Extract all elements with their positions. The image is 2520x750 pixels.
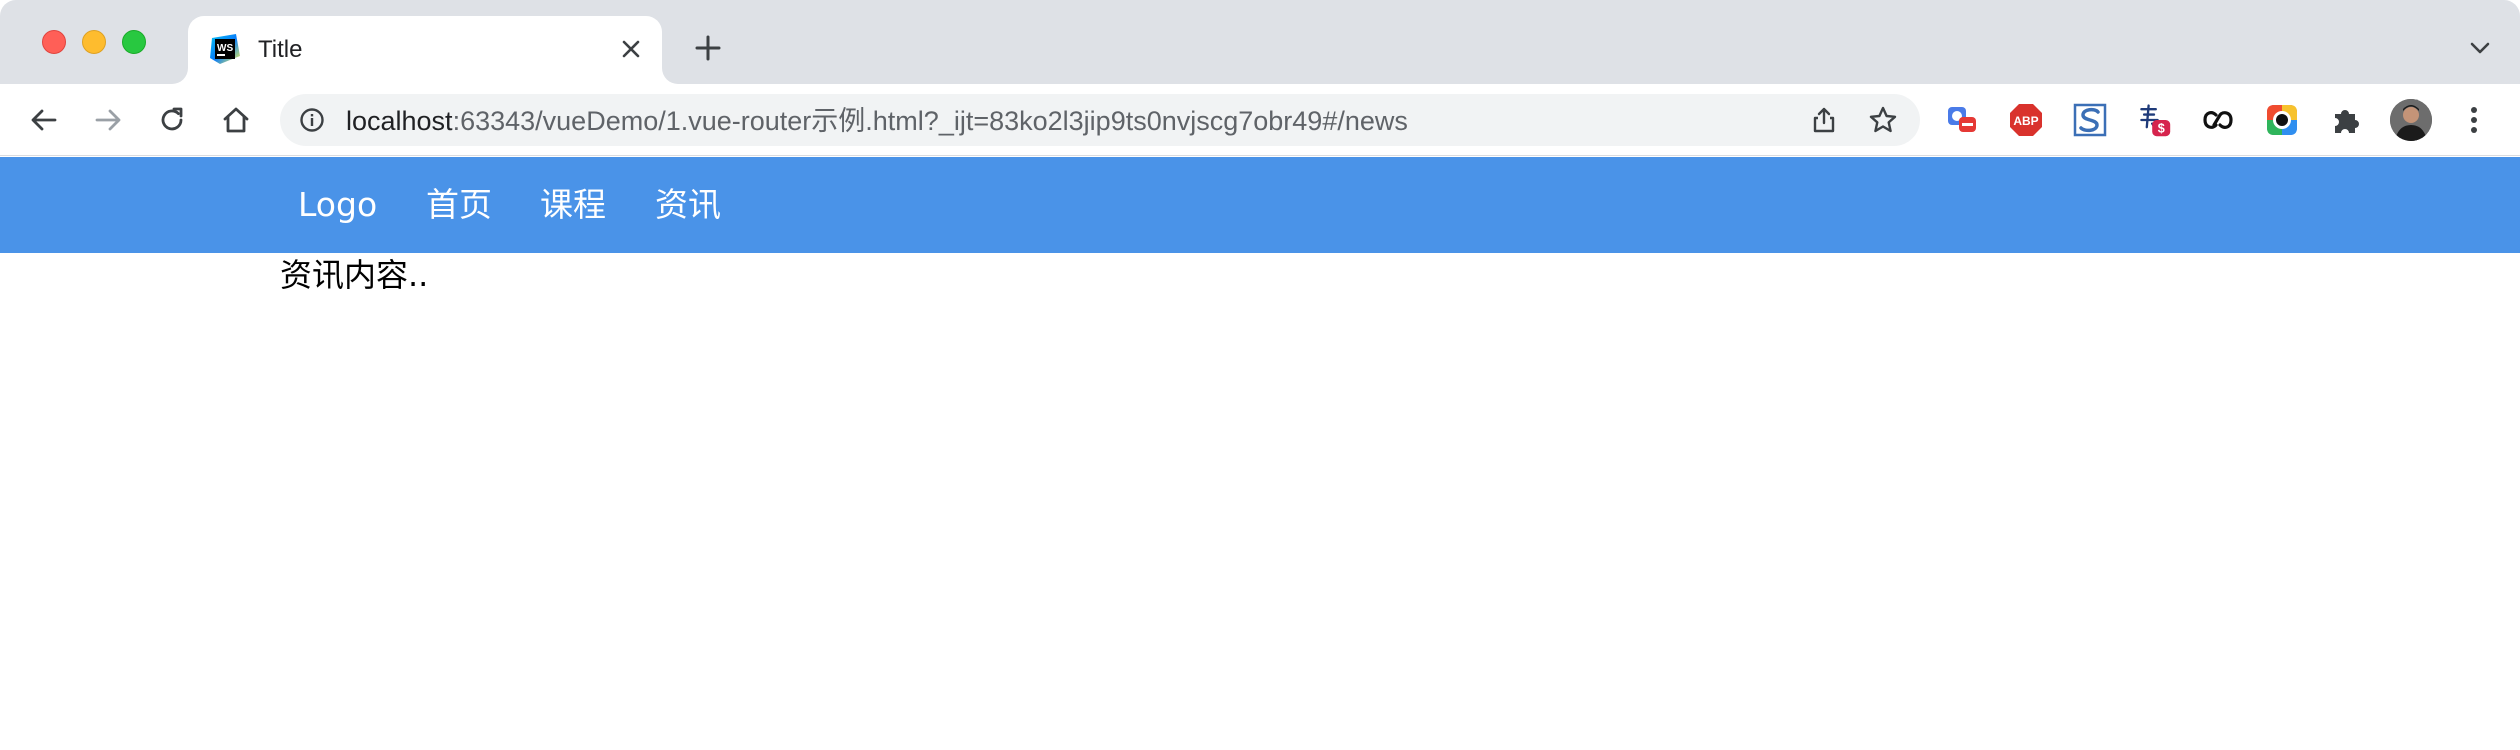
zoom-window-button[interactable] bbox=[122, 30, 146, 54]
translate-extension-icon bbox=[1948, 107, 1976, 132]
svg-text:WS: WS bbox=[217, 43, 233, 54]
s-extension-button[interactable] bbox=[2072, 102, 2108, 138]
translate-extension-button[interactable] bbox=[1944, 102, 1980, 138]
s-extension-icon bbox=[2073, 103, 2107, 137]
address-bar[interactable]: localhost:63343/vueDemo/1.vue-router示例.h… bbox=[280, 94, 1920, 146]
reload-icon bbox=[161, 107, 183, 131]
url-host: localhost bbox=[346, 106, 453, 136]
nav-logo-link[interactable]: Logo bbox=[298, 185, 377, 225]
browser-menu-button[interactable] bbox=[2462, 102, 2486, 138]
page-viewport: Logo 首页 课程 资讯 资讯内容.. bbox=[0, 157, 2520, 750]
nav-courses-link[interactable]: 课程 bbox=[540, 185, 606, 225]
news-content-text: 资讯内容.. bbox=[280, 256, 429, 294]
link-extension-button[interactable] bbox=[2200, 102, 2236, 138]
money-badge: $ bbox=[2158, 122, 2165, 136]
forward-arrow-icon bbox=[95, 109, 121, 131]
nav-home-link[interactable]: 首页 bbox=[426, 185, 492, 225]
toolbar: localhost:63343/vueDemo/1.vue-router示例.h… bbox=[0, 84, 2520, 156]
browser-window: WS Title localhost:63343/vueDemo/1.vue-r… bbox=[0, 0, 2520, 750]
profile-photo-icon bbox=[2390, 99, 2432, 141]
home-icon bbox=[223, 107, 249, 133]
adblock-plus-icon: ABP bbox=[2010, 104, 2042, 136]
site-info-button[interactable] bbox=[298, 106, 326, 134]
share-icon bbox=[1813, 107, 1835, 133]
tab-search-button[interactable] bbox=[2466, 34, 2494, 62]
home-button[interactable] bbox=[216, 100, 256, 140]
minimize-window-button[interactable] bbox=[82, 30, 106, 54]
profile-avatar[interactable] bbox=[2390, 99, 2432, 141]
forward-button[interactable] bbox=[88, 100, 128, 140]
webstorm-icon: WS bbox=[210, 34, 240, 64]
more-vert-icon bbox=[2471, 107, 2477, 133]
chevron-down-icon bbox=[2470, 42, 2490, 54]
close-tab-button[interactable] bbox=[614, 32, 648, 66]
tab-title[interactable]: WS Title bbox=[188, 16, 662, 84]
extensions-button[interactable] bbox=[2328, 102, 2364, 138]
tab-strip: WS Title bbox=[0, 0, 2520, 84]
info-icon bbox=[300, 108, 324, 132]
close-icon bbox=[622, 40, 640, 58]
site-nav-bar: Logo 首页 课程 资讯 bbox=[0, 157, 2520, 253]
new-tab-button[interactable] bbox=[690, 30, 726, 66]
color-extension-button[interactable] bbox=[2264, 102, 2300, 138]
close-window-button[interactable] bbox=[42, 30, 66, 54]
link-extension-icon bbox=[2203, 111, 2233, 129]
back-button[interactable] bbox=[24, 100, 64, 140]
abp-label: ABP bbox=[2013, 114, 2038, 128]
bookmark-button[interactable] bbox=[1868, 105, 1898, 135]
star-icon bbox=[1869, 106, 1897, 133]
tab-title-text: Title bbox=[258, 36, 303, 63]
color-extension-icon bbox=[2267, 105, 2297, 135]
adblock-plus-button[interactable]: ABP bbox=[2008, 102, 2044, 138]
back-arrow-icon bbox=[31, 109, 57, 131]
url-path: :63343/vueDemo/1.vue-router示例.html?_ijt=… bbox=[452, 106, 1408, 136]
url-text: localhost:63343/vueDemo/1.vue-router示例.h… bbox=[346, 107, 1408, 135]
money-extension-icon: $ bbox=[2140, 104, 2171, 137]
puzzle-icon bbox=[2335, 110, 2359, 133]
nav-news-link[interactable]: 资讯 bbox=[655, 185, 721, 225]
money-extension-button[interactable]: $ bbox=[2136, 102, 2172, 138]
share-button[interactable] bbox=[1810, 106, 1838, 134]
reload-button[interactable] bbox=[152, 100, 192, 140]
plus-icon bbox=[695, 35, 721, 61]
